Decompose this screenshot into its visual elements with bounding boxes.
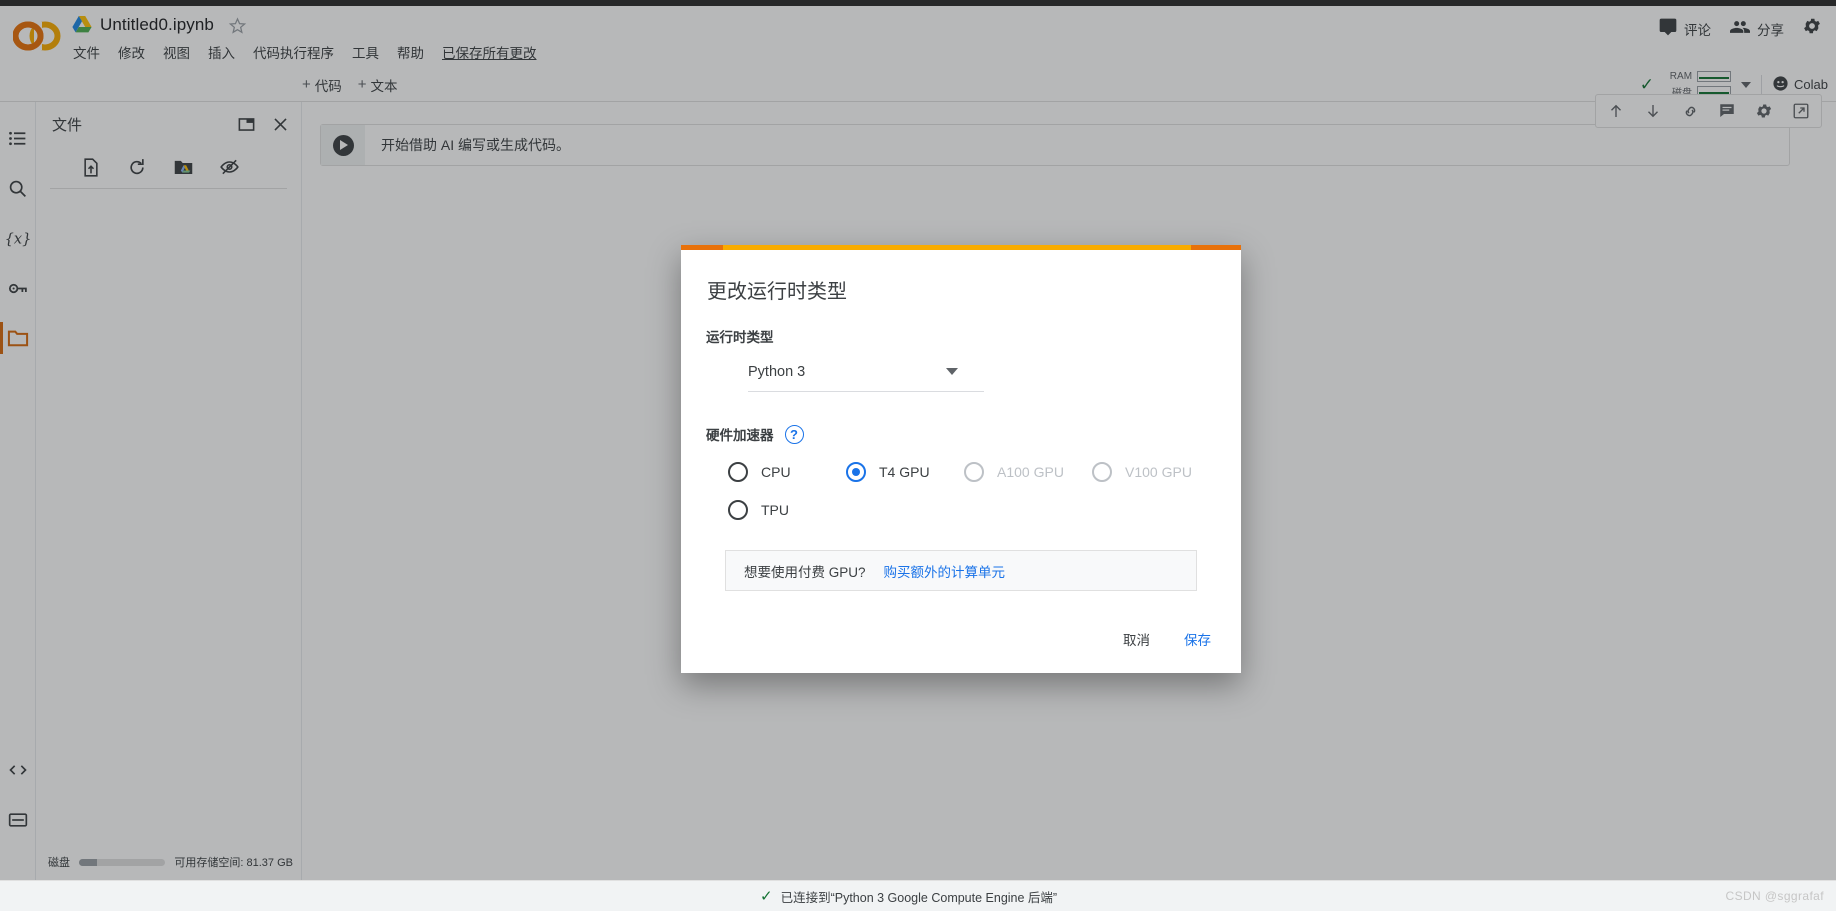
dialog-title: 更改运行时类型 xyxy=(707,281,847,303)
dialog-body: 更改运行时类型 运行时类型 Python 3 硬件加速器 ? CPU T4 GP… xyxy=(681,250,1241,623)
radio-option-tpu[interactable]: TPU xyxy=(728,500,789,520)
radio-indicator xyxy=(846,462,866,482)
radio-label: CPU xyxy=(761,464,791,480)
accelerator-options-row-1: CPU T4 GPU A100 GPU V100 GPU xyxy=(706,462,1216,482)
radio-option-cpu[interactable]: CPU xyxy=(728,462,846,482)
hardware-accelerator-label: 硬件加速器 xyxy=(706,428,774,443)
buy-compute-units-link[interactable]: 购买额外的计算单元 xyxy=(884,561,1006,581)
status-check-icon: ✓ xyxy=(760,888,773,905)
runtime-type-label: 运行时类型 xyxy=(706,330,774,345)
cancel-button[interactable]: 取消 xyxy=(1119,623,1154,655)
radio-label: V100 GPU xyxy=(1125,464,1192,480)
paid-gpu-notice: 想要使用付费 GPU? 购买额外的计算单元 xyxy=(725,550,1197,591)
radio-option-a100-gpu: A100 GPU xyxy=(964,462,1092,482)
status-bar: ✓ 已连接到“Python 3 Google Compute Engine 后端… xyxy=(0,880,1836,911)
radio-indicator xyxy=(964,462,984,482)
connection-status: ✓ 已连接到“Python 3 Google Compute Engine 后端… xyxy=(760,887,1057,906)
radio-label: TPU xyxy=(761,502,789,518)
radio-label: T4 GPU xyxy=(879,464,930,480)
save-button[interactable]: 保存 xyxy=(1180,623,1215,655)
radio-indicator xyxy=(728,462,748,482)
radio-indicator xyxy=(1092,462,1112,482)
radio-label: A100 GPU xyxy=(997,464,1064,480)
help-icon[interactable]: ? xyxy=(784,424,804,444)
radio-option-v100-gpu: V100 GPU xyxy=(1092,462,1192,482)
dialog-actions: 取消 保存 xyxy=(681,623,1241,673)
accelerator-header: 硬件加速器 ? xyxy=(706,424,1216,444)
accelerator-options-row-2: TPU xyxy=(706,500,1216,520)
paid-gpu-notice-text: 想要使用付费 GPU? xyxy=(744,564,866,580)
runtime-type-select[interactable]: Python 3 xyxy=(748,352,984,392)
radio-indicator xyxy=(728,500,748,520)
radio-option-t4-gpu[interactable]: T4 GPU xyxy=(846,462,964,482)
runtime-type-value: Python 3 xyxy=(748,363,806,380)
status-text: 已连接到“Python 3 Google Compute Engine 后端” xyxy=(780,890,1058,905)
chevron-down-icon xyxy=(946,368,958,375)
watermark-text: CSDN @sggrafaf xyxy=(1725,889,1824,903)
change-runtime-dialog: 更改运行时类型 运行时类型 Python 3 硬件加速器 ? CPU T4 GP… xyxy=(681,245,1241,673)
